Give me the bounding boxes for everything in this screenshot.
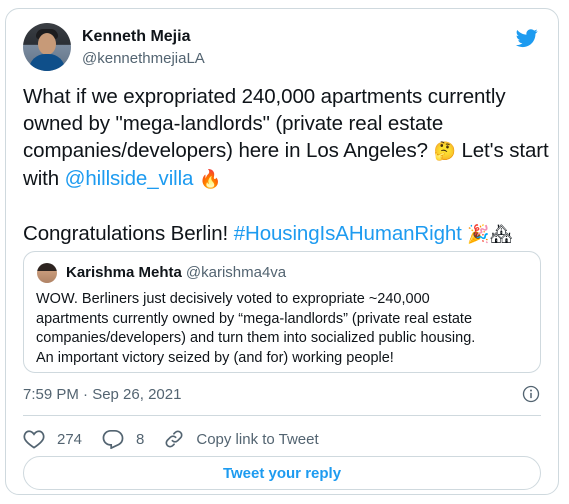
- hashtag-link[interactable]: #HousingIsAHumanRight: [234, 222, 462, 245]
- quoted-tweet[interactable]: Karishma Mehta @karishma4va WOW. Berliner…: [23, 251, 541, 373]
- link-icon[interactable]: [164, 429, 184, 449]
- tweet-body: What if we expropriated 240,000 apartmen…: [23, 83, 549, 248]
- tweet-card: Kenneth Mejia @kennethmejiaLA What if we…: [5, 8, 559, 495]
- tweet-line: with @hillside_villa 🔥: [23, 167, 222, 190]
- quoted-author-handle: @karishma4va: [185, 264, 287, 281]
- houses-emoji-icon: 🏘: [489, 224, 513, 244]
- heart-icon[interactable]: [23, 429, 45, 449]
- quoted-line: An important victory seized by (and for)…: [36, 349, 394, 366]
- author-avatar[interactable]: [23, 23, 71, 71]
- reply-icon[interactable]: [102, 429, 124, 449]
- like-action[interactable]: 274: [23, 429, 82, 449]
- reply-count: 8: [136, 430, 145, 448]
- tweet-line: Congratulations Berlin! #HousingIsAHuman…: [23, 222, 513, 245]
- copy-link-label: Copy link to Tweet: [196, 430, 319, 448]
- quoted-tweet-body: WOW. Berliners just decisively voted to …: [36, 290, 530, 368]
- quoted-author-avatar: [37, 263, 57, 283]
- tweet-timestamp[interactable]: 7:59 PM · Sep 26, 2021: [23, 386, 181, 403]
- info-icon[interactable]: [522, 385, 540, 403]
- quoted-line: WOW. Berliners just decisively voted to …: [36, 291, 430, 307]
- tweet-line: owned by "mega-landlords" (private real …: [23, 112, 444, 135]
- twitter-bird-icon[interactable]: [514, 27, 540, 49]
- quoted-author: Karishma Mehta @karishma4va: [66, 264, 286, 281]
- fire-emoji-icon: 🔥: [198, 169, 222, 189]
- reply-action[interactable]: 8: [102, 429, 144, 449]
- author-handle[interactable]: @kennethmejiaLA: [82, 50, 205, 67]
- thinking-emoji-icon: 🤔: [433, 141, 456, 161]
- tweet-line: companies/developers) here in Los Angele…: [23, 139, 549, 162]
- author-name[interactable]: Kenneth Mejia: [82, 28, 190, 46]
- quoted-line: companies/developers) and turn them into…: [36, 330, 476, 346]
- tweet-your-reply-button[interactable]: Tweet your reply: [23, 456, 541, 490]
- tweet-line: What if we expropriated 240,000 apartmen…: [23, 85, 506, 108]
- quoted-line: apartments currently owned by “mega-land…: [36, 310, 473, 327]
- divider: [23, 415, 541, 416]
- mention-link[interactable]: @hillside_villa: [65, 167, 194, 190]
- copy-link-action[interactable]: Copy link to Tweet: [164, 429, 319, 449]
- like-count: 274: [57, 430, 83, 448]
- tweet-actions: 274 8 Copy link to Tweet: [23, 427, 339, 451]
- quoted-author-name: Karishma Mehta: [66, 264, 182, 281]
- party-emoji-icon: 🎉: [467, 224, 490, 244]
